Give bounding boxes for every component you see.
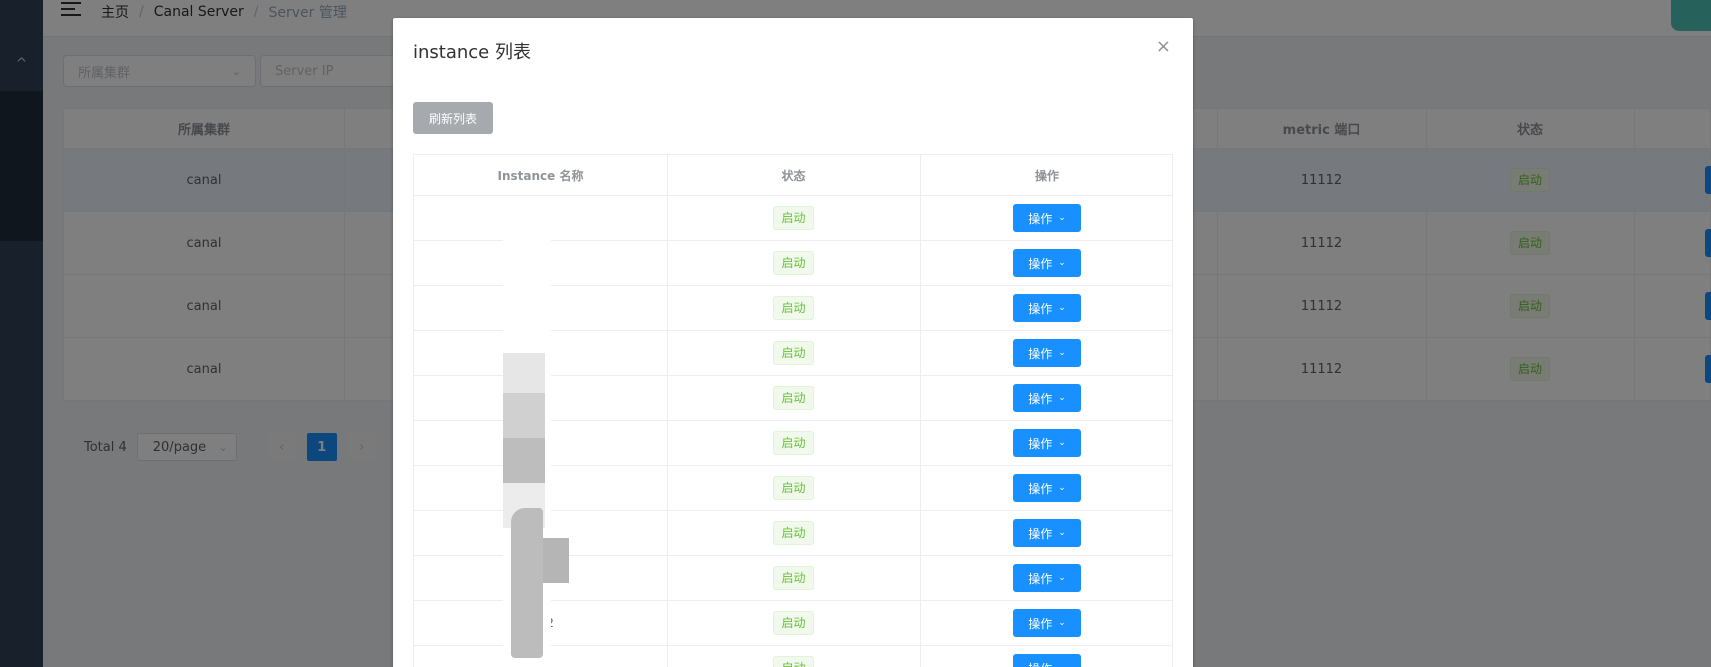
actions-dropdown-button[interactable]: 操作 ⌄ [1013, 384, 1081, 412]
close-icon[interactable]: × [1156, 36, 1171, 57]
actions-label: 操作 [1028, 660, 1052, 667]
instance-actions: 操作 ⌄ [920, 376, 1174, 420]
instance-actions: 操作 ⌄ [920, 556, 1174, 600]
actions-dropdown-button[interactable]: 操作 ⌄ [1013, 519, 1081, 547]
instance-status: 启动 [667, 331, 920, 375]
status-badge: 启动 [773, 341, 814, 365]
actions-label: 操作 [1028, 571, 1053, 586]
refresh-list-button[interactable]: 刷新列表 [413, 102, 493, 134]
actions-dropdown-button[interactable]: 操作 ⌄ [1013, 429, 1081, 457]
instance-actions: 操作 ⌄ [920, 511, 1174, 555]
header-actions: 操作 [1034, 168, 1059, 183]
chevron-down-icon: ⌄ [1058, 573, 1066, 583]
status-badge: 启动 [773, 656, 814, 667]
instance-status: 启动 [667, 421, 920, 465]
actions-label: 操作 [1028, 256, 1053, 271]
instance-actions: 操作 ⌄ [920, 331, 1174, 375]
instance-status: 启动 [667, 466, 920, 510]
instance-table-header: Instance 名称 状态 操作 [414, 155, 1172, 196]
actions-dropdown-button[interactable]: 操作 ⌄ [1013, 564, 1081, 592]
actions-label: 操作 [1028, 481, 1053, 496]
actions-label: 操作 [1028, 526, 1053, 541]
instance-actions: 操作 ⌄ [920, 286, 1174, 330]
instance-actions: 操作 ⌄ [920, 466, 1174, 510]
header-instance-name: Instance 名称 [497, 168, 584, 183]
status-badge: 启动 [773, 431, 814, 455]
actions-label: 操作 [1028, 436, 1053, 451]
chevron-down-icon: ⌄ [1058, 438, 1066, 448]
status-badge: 启动 [773, 386, 814, 410]
actions-label: 操作 [1028, 616, 1053, 631]
chevron-down-icon: ⌄ [1058, 663, 1066, 667]
chevron-down-icon: ⌄ [1058, 483, 1066, 493]
instance-actions: 操作 ⌄ [920, 646, 1174, 667]
status-badge: 启动 [773, 521, 814, 545]
instance-actions: 操作 ⌄ [920, 241, 1174, 285]
redaction-mask [543, 538, 569, 583]
redaction-mask [511, 508, 543, 658]
chevron-down-icon: ⌄ [1058, 303, 1066, 313]
chevron-down-icon: ⌄ [1058, 213, 1066, 223]
status-badge: 启动 [773, 611, 814, 635]
redaction-mask [503, 438, 545, 483]
status-badge: 启动 [773, 566, 814, 590]
status-badge: 启动 [773, 251, 814, 275]
header-status: 状态 [781, 168, 806, 183]
instance-status: 启动 [667, 646, 920, 667]
dialog-title: instance 列表 [413, 42, 531, 63]
instance-status: 启动 [667, 511, 920, 555]
instance-status: 启动 [667, 241, 920, 285]
actions-dropdown-button[interactable]: 操作 ⌄ [1013, 294, 1081, 322]
redaction-mask [503, 393, 545, 438]
chevron-down-icon: ⌄ [1058, 528, 1066, 538]
status-badge: 启动 [773, 206, 814, 230]
chevron-down-icon: ⌄ [1058, 348, 1066, 358]
instance-status: 启动 [667, 196, 920, 240]
actions-dropdown-button[interactable]: 操作 ⌄ [1013, 609, 1081, 637]
instance-actions: 操作 ⌄ [920, 601, 1174, 645]
instance-actions: 操作 ⌄ [920, 421, 1174, 465]
actions-label: 操作 [1028, 211, 1053, 226]
actions-label: 操作 [1028, 391, 1053, 406]
redaction-mask [503, 353, 545, 393]
instance-status: 启动 [667, 601, 920, 645]
instance-status: 启动 [667, 556, 920, 600]
actions-label: 操作 [1028, 301, 1053, 316]
chevron-down-icon: ⌄ [1058, 393, 1066, 403]
chevron-down-icon: ⌄ [1058, 618, 1066, 628]
actions-dropdown-button[interactable]: 操作 ⌄ [1013, 474, 1081, 502]
instance-status: 启动 [667, 286, 920, 330]
status-badge: 启动 [773, 296, 814, 320]
chevron-down-icon: ⌄ [1058, 258, 1066, 268]
actions-dropdown-button[interactable]: 操作 ⌄ [1013, 339, 1081, 367]
instance-list-dialog: instance 列表 × 刷新列表 Instance 名称 状态 操作 _启动… [393, 18, 1193, 667]
instance-status: 启动 [667, 376, 920, 420]
actions-label: 操作 [1028, 346, 1053, 361]
status-badge: 启动 [773, 476, 814, 500]
actions-dropdown-button[interactable]: 操作 ⌄ [1013, 204, 1081, 232]
actions-dropdown-button[interactable]: 操作 ⌄ [1013, 654, 1081, 667]
instance-actions: 操作 ⌄ [920, 196, 1174, 240]
actions-dropdown-button[interactable]: 操作 ⌄ [1013, 249, 1081, 277]
